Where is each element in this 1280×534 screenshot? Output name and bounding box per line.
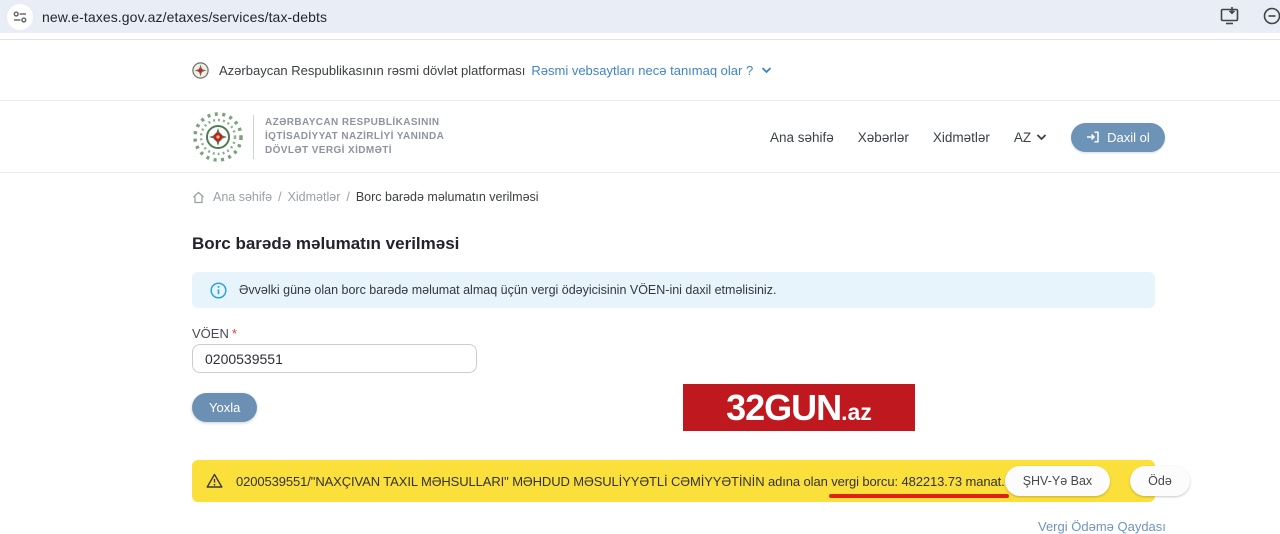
login-button[interactable]: Daxil ol xyxy=(1071,123,1165,152)
language-switcher[interactable]: AZ xyxy=(1014,130,1047,145)
voen-input[interactable] xyxy=(192,344,477,373)
debt-message-prefix: 0200539551/"NAXÇIVAN TAXIL MƏHSULLARI" M… xyxy=(236,474,831,489)
nav-item-home[interactable]: Ana səhifə xyxy=(770,130,834,145)
debt-message: 0200539551/"NAXÇIVAN TAXIL MƏHSULLARI" M… xyxy=(236,474,1005,489)
required-asterisk: * xyxy=(232,326,237,341)
home-icon[interactable] xyxy=(192,191,205,204)
state-emblem-icon xyxy=(192,62,209,79)
info-alert: Əvvəlki günə olan borc barədə məlumat al… xyxy=(192,272,1155,308)
page-title: Borc barədə məlumatın verilməsi xyxy=(192,234,459,254)
logo-text: AZƏRBAYCAN RESPUBLİKASININ İQTİSADİYYAT … xyxy=(265,116,444,158)
tax-service-logo[interactable]: AZƏRBAYCAN RESPUBLİKASININ İQTİSADİYYAT … xyxy=(192,111,444,163)
breadcrumb-separator: / xyxy=(278,190,281,204)
warning-icon xyxy=(206,473,223,489)
breadcrumb-separator: / xyxy=(346,190,349,204)
result-actions: ŞHV-Yə Bax Ödə xyxy=(1005,466,1204,496)
install-app-icon[interactable] xyxy=(1219,6,1240,27)
breadcrumb: Ana səhifə / Xidmətlər / Borc barədə məl… xyxy=(192,190,539,204)
urlbar-actions xyxy=(1219,0,1280,33)
login-label: Daxil ol xyxy=(1107,130,1150,145)
gov-banner-link[interactable]: Rəsmi vebsaytları necə tanımaq olar ? xyxy=(531,63,753,78)
chevron-down-icon xyxy=(1036,133,1047,141)
gov-platform-banner: Azərbaycan Respublikasının rəsmi dövlət … xyxy=(0,40,1280,100)
shv-view-button[interactable]: ŞHV-Yə Bax xyxy=(1005,466,1110,496)
site-header: AZƏRBAYCAN RESPUBLİKASININ İQTİSADİYYAT … xyxy=(0,100,1280,173)
pay-button[interactable]: Ödə xyxy=(1130,466,1190,496)
info-icon xyxy=(210,282,227,299)
zoom-out-icon[interactable] xyxy=(1262,6,1280,28)
site-controls-button[interactable] xyxy=(7,4,33,30)
browser-url-bar: new.e-taxes.gov.az/etaxes/services/tax-d… xyxy=(0,0,1280,33)
site-controls-icon xyxy=(13,10,27,24)
nav-item-news[interactable]: Xəbərlər xyxy=(858,130,909,145)
breadcrumb-home[interactable]: Ana səhifə xyxy=(213,190,272,204)
main-nav: Ana səhifə Xəbərlər Xidmətlər AZ Daxil o… xyxy=(770,101,1165,173)
chevron-down-icon[interactable] xyxy=(761,66,772,74)
debt-amount-highlighted: vergi borcu: 482213.73 manat. xyxy=(831,474,1004,489)
info-alert-text: Əvvəlki günə olan borc barədə məlumat al… xyxy=(239,283,776,297)
watermark-main-text: 32GUN xyxy=(726,390,841,426)
partial-footer-link[interactable]: Vergi Ödəmə Qaydası xyxy=(1038,519,1166,534)
gov-banner-text: Azərbaycan Respublikasının rəsmi dövlət … xyxy=(219,63,525,78)
breadcrumb-services[interactable]: Xidmətlər xyxy=(288,190,341,204)
url-text[interactable]: new.e-taxes.gov.az/etaxes/services/tax-d… xyxy=(42,9,327,25)
breadcrumb-current: Borc barədə məlumatın verilməsi xyxy=(356,190,539,204)
divider xyxy=(253,115,254,159)
voen-label: VÖEN* xyxy=(192,326,237,341)
watermark-32gun: 32GUN .az xyxy=(683,384,915,431)
tax-service-emblem-icon xyxy=(192,111,244,163)
watermark-suffix-text: .az xyxy=(841,401,872,424)
login-icon xyxy=(1086,130,1100,144)
nav-item-services[interactable]: Xidmətlər xyxy=(933,130,990,145)
language-label: AZ xyxy=(1014,130,1031,145)
debt-result-alert: 0200539551/"NAXÇIVAN TAXIL MƏHSULLARI" M… xyxy=(192,460,1155,502)
check-button[interactable]: Yoxla xyxy=(192,393,257,422)
